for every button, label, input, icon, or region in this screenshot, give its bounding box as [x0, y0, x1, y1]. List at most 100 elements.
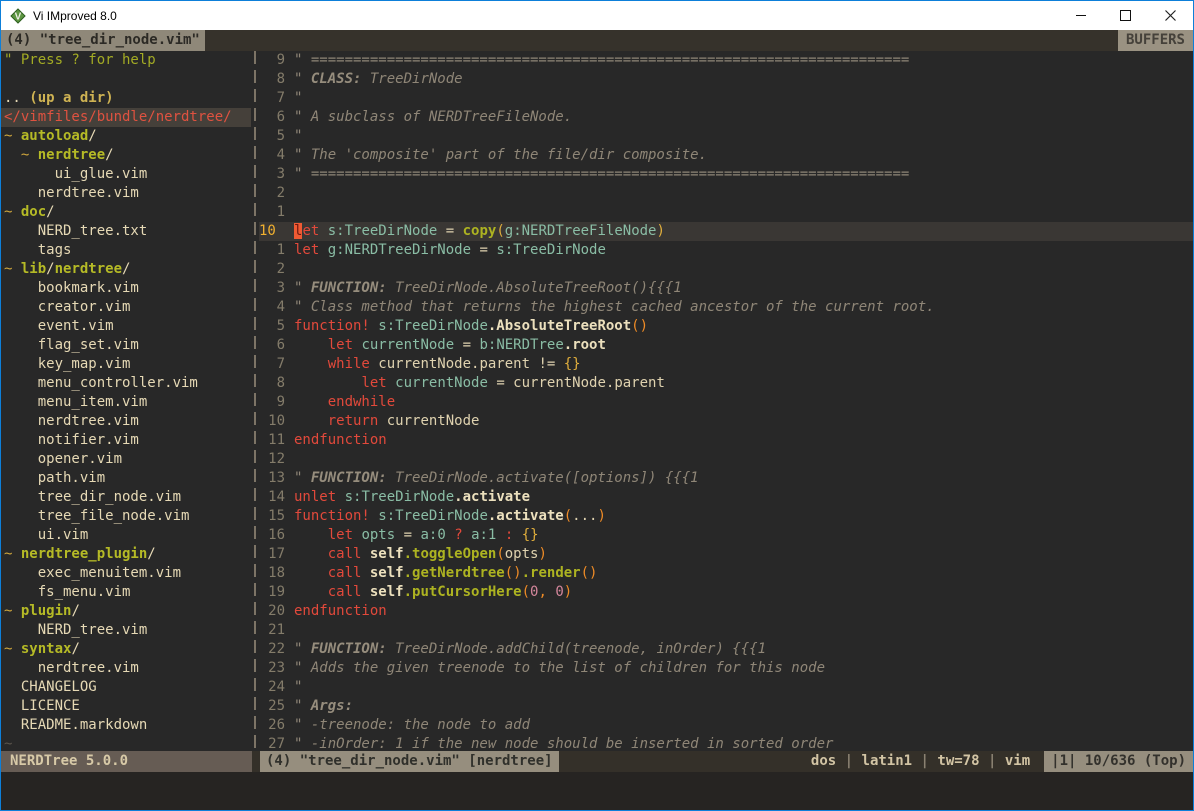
code-line[interactable]: 19 call self.putCursorHere(0, 0) [259, 583, 1193, 602]
nerdtree-item[interactable]: ~ lib/nerdtree/ [1, 260, 251, 279]
nerdtree-item[interactable]: ~ plugin/ [1, 602, 251, 621]
code-line[interactable]: 2 [259, 260, 1193, 279]
code-line[interactable]: 10let s:TreeDirNode = copy(g:NERDTreeFil… [259, 222, 1193, 241]
code-line[interactable]: 5" [259, 127, 1193, 146]
nerdtree-item[interactable]: path.vim [1, 469, 251, 488]
code-line[interactable]: 14unlet s:TreeDirNode.activate [259, 488, 1193, 507]
code-line[interactable]: 8 let currentNode = currentNode.parent [259, 374, 1193, 393]
code-line[interactable]: 22" FUNCTION: TreeDirNode.addChild(treen… [259, 640, 1193, 659]
line-number: 14 [259, 488, 285, 507]
nerdtree-item[interactable]: menu_item.vim [1, 393, 251, 412]
nerdtree-item[interactable]: flag_set.vim [1, 336, 251, 355]
nerdtree-item[interactable]: nerdtree.vim [1, 659, 251, 678]
line-number: 27 [259, 735, 285, 751]
nerdtree-item[interactable]: ~ nerdtree_plugin/ [1, 545, 251, 564]
nerdtree-item[interactable]: tree_file_node.vim [1, 507, 251, 526]
window-separator[interactable] [251, 51, 259, 751]
line-number: 8 [259, 70, 285, 89]
nerdtree-item[interactable]: ~ syntax/ [1, 640, 251, 659]
code-line[interactable]: 13" FUNCTION: TreeDirNode.activate([opti… [259, 469, 1193, 488]
nerdtree-item[interactable]: bookmark.vim [1, 279, 251, 298]
buffers-label: BUFFERS [1118, 30, 1193, 51]
code-line[interactable]: 20endfunction [259, 602, 1193, 621]
tab-line: (4) "tree_dir_node.vim" BUFFERS [1, 30, 1193, 51]
title-bar[interactable]: V Vi IMproved 8.0 [1, 1, 1193, 30]
nerdtree-item[interactable]: opener.vim [1, 450, 251, 469]
nerdtree-item[interactable]: tree_dir_node.vim [1, 488, 251, 507]
code-line[interactable]: 1 [259, 203, 1193, 222]
nerdtree-item[interactable]: tags [1, 241, 251, 260]
nerdtree-statusline: NERDTree 5.0.0 [1, 751, 252, 772]
nerdtree-item[interactable]: CHANGELOG [1, 678, 251, 697]
line-number: 1 [259, 203, 285, 222]
code-line[interactable]: 21 [259, 621, 1193, 640]
tab-tree-dir-node[interactable]: (4) "tree_dir_node.vim" [1, 30, 205, 51]
code-line[interactable]: 15function! s:TreeDirNode.activate(...) [259, 507, 1193, 526]
nerdtree-item[interactable]: event.vim [1, 317, 251, 336]
close-button[interactable] [1148, 1, 1193, 30]
nerdtree-item[interactable]: notifier.vim [1, 431, 251, 450]
nerdtree-item[interactable]: </vimfiles/bundle/nerdtree/ [1, 108, 251, 127]
nerdtree-item[interactable]: LICENCE [1, 697, 251, 716]
nerdtree-item[interactable]: ~ autoload/ [1, 127, 251, 146]
code-line[interactable]: 6 let currentNode = b:NERDTree.root [259, 336, 1193, 355]
nerdtree-item[interactable]: key_map.vim [1, 355, 251, 374]
gvim-window: V Vi IMproved 8.0 (4) "tree_dir_node.vim… [0, 0, 1194, 811]
code-line[interactable]: 1let g:NERDTreeDirNode = s:TreeDirNode [259, 241, 1193, 260]
code-line[interactable]: 8" CLASS: TreeDirNode [259, 70, 1193, 89]
nerdtree-panel[interactable]: " Press ? for help .. (up a dir)</vimfile… [1, 51, 251, 751]
nerdtree-item[interactable]: ui_glue.vim [1, 165, 251, 184]
code-line[interactable]: 9 endwhile [259, 393, 1193, 412]
code-line[interactable]: 27" -inOrder: 1 if the new node should b… [259, 735, 1193, 751]
nerdtree-item[interactable]: ui.vim [1, 526, 251, 545]
code-line[interactable]: 12 [259, 450, 1193, 469]
code-line[interactable]: 26" -treenode: the node to add [259, 716, 1193, 735]
line-number: 18 [259, 564, 285, 583]
nerdtree-item[interactable]: README.markdown [1, 716, 251, 735]
code-line[interactable]: 24" [259, 678, 1193, 697]
code-line[interactable]: 11endfunction [259, 431, 1193, 450]
nerdtree-item[interactable]: ~ [1, 735, 251, 751]
nerdtree-item[interactable]: .. (up a dir) [1, 89, 251, 108]
nerdtree-item[interactable]: NERD_tree.vim [1, 621, 251, 640]
code-line[interactable]: 17 call self.toggleOpen(opts) [259, 545, 1193, 564]
editor-panel[interactable]: 9" =====================================… [259, 51, 1193, 751]
line-number: 20 [259, 602, 285, 621]
line-number: 6 [259, 336, 285, 355]
statusline-gap [252, 751, 260, 772]
code-line[interactable]: 4" The 'composite' part of the file/dir … [259, 146, 1193, 165]
maximize-button[interactable] [1103, 1, 1148, 30]
nerdtree-item[interactable]: NERD_tree.txt [1, 222, 251, 241]
statusline-fileinfo: dos | latin1 | tw=78 | vim [811, 751, 1030, 772]
code-line[interactable]: 6" A subclass of NERDTreeFileNode. [259, 108, 1193, 127]
code-line[interactable]: 10 return currentNode [259, 412, 1193, 431]
nerdtree-item[interactable] [1, 70, 251, 89]
nerdtree-item[interactable]: fs_menu.vim [1, 583, 251, 602]
code-line[interactable]: 3" FUNCTION: TreeDirNode.AbsoluteTreeRoo… [259, 279, 1193, 298]
minimize-button[interactable] [1058, 1, 1103, 30]
code-line[interactable]: 9" =====================================… [259, 51, 1193, 70]
code-line[interactable]: 4" Class method that returns the highest… [259, 298, 1193, 317]
nerdtree-item[interactable]: ~ nerdtree/ [1, 146, 251, 165]
statusline-spacer [559, 751, 811, 772]
code-line[interactable]: 23" Adds the given treenode to the list … [259, 659, 1193, 678]
nerdtree-item[interactable]: " Press ? for help [1, 51, 251, 70]
nerdtree-item[interactable]: nerdtree.vim [1, 184, 251, 203]
command-line[interactable] [1, 772, 1193, 810]
code-line[interactable]: 7 while currentNode.parent != {} [259, 355, 1193, 374]
code-line[interactable]: 2 [259, 184, 1193, 203]
nerdtree-item[interactable]: nerdtree.vim [1, 412, 251, 431]
code-line[interactable]: 18 call self.getNerdtree().render() [259, 564, 1193, 583]
code-line[interactable]: 5function! s:TreeDirNode.AbsoluteTreeRoo… [259, 317, 1193, 336]
line-number: 25 [259, 697, 285, 716]
nerdtree-item[interactable]: menu_controller.vim [1, 374, 251, 393]
nerdtree-item[interactable]: creator.vim [1, 298, 251, 317]
code-line[interactable]: 25" Args: [259, 697, 1193, 716]
vim-logo-icon[interactable]: V [10, 8, 26, 24]
code-line[interactable]: 7" [259, 89, 1193, 108]
nerdtree-item[interactable]: exec_menuitem.vim [1, 564, 251, 583]
code-line[interactable]: 3" =====================================… [259, 165, 1193, 184]
code-line[interactable]: 16 let opts = a:0 ? a:1 : {} [259, 526, 1193, 545]
nerdtree-item[interactable]: ~ doc/ [1, 203, 251, 222]
line-number: 1 [259, 241, 285, 260]
